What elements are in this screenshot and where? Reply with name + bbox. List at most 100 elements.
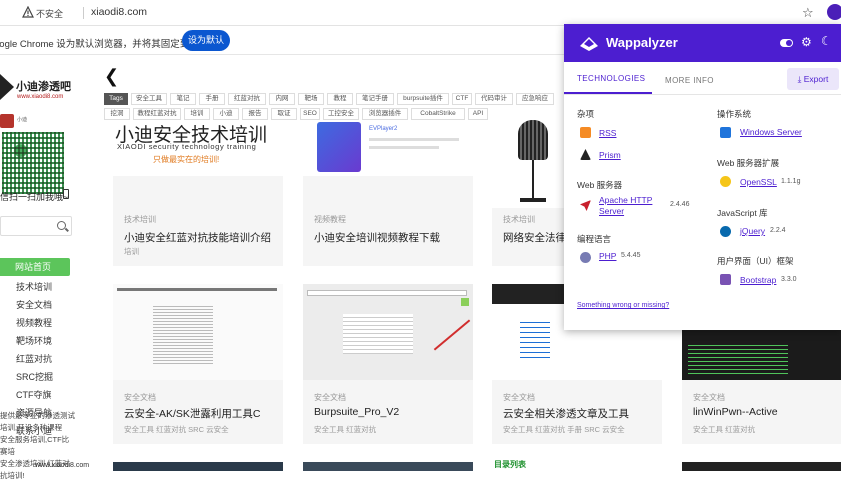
nav-item-ctf[interactable]: CTF夺旗 (16, 388, 52, 401)
set-default-button[interactable]: 设为默认 (182, 30, 230, 51)
address-bar: 不安全 xiaodi8.com ☆ (0, 0, 841, 26)
card-title[interactable]: linWinPwn--Active (693, 406, 778, 418)
tag-item[interactable]: 工控安全 (323, 108, 359, 120)
card-thumbnail: 小迪安全技术培训 XIAODI security technology trai… (113, 120, 283, 176)
wappalyzer-brand: Wappalyzer (606, 35, 678, 50)
card-thumbnail-partial (303, 462, 473, 471)
nav-item-docs[interactable]: 安全文档 (16, 298, 52, 311)
wappalyzer-logo-icon (580, 37, 598, 51)
report-wrong-link[interactable]: Something wrong or missing? (577, 302, 669, 309)
tag-item[interactable]: 取证 (271, 108, 297, 120)
bottom-label: 目录列表 (494, 460, 526, 469)
nav-item-training[interactable]: 技术培训 (16, 280, 52, 293)
tag-item[interactable]: CobaltStrike (411, 108, 465, 120)
tech-link[interactable]: Prism (599, 150, 621, 160)
tag-item[interactable]: 代码审计 (475, 93, 513, 105)
card-category: 安全文档 (503, 393, 535, 402)
tech-link[interactable]: OpenSSL (740, 177, 777, 187)
tag-item[interactable]: 教程红蓝对抗 (133, 108, 181, 120)
article-card[interactable]: 安全文档 云安全-AK/SK泄露利用工具C 安全工具 红蓝对抗 SRC 云安全 (113, 284, 283, 444)
warning-icon[interactable] (22, 6, 34, 18)
lamp-base (520, 198, 546, 202)
tab-more-info[interactable]: MORE INFO (665, 76, 714, 85)
back-arrow-icon[interactable]: ❮ (104, 66, 119, 87)
tag-item[interactable]: 靶场 (298, 93, 324, 105)
tag-item[interactable]: CTF (452, 93, 472, 105)
tag-item[interactable]: 浏览器插件 (362, 108, 408, 120)
article-card[interactable]: 技术培训 网络安全法律法 (492, 120, 577, 266)
tag-item[interactable]: 红蓝对抗 (228, 93, 266, 105)
card-thumbnail: EVPlayer2 (303, 120, 473, 176)
tab-technologies[interactable]: TECHNOLOGIES (577, 74, 645, 83)
insecure-label[interactable]: 不安全 (36, 7, 63, 20)
bookmark-star-icon[interactable]: ☆ (802, 5, 814, 21)
intro-line: 提供最专业的渗透测试 (0, 411, 75, 420)
article-card[interactable]: EVPlayer2 视频教程 小迪安全培训视频教程下载 (303, 120, 473, 266)
tag-item[interactable]: 培训 (184, 108, 210, 120)
export-button[interactable]: ⤓ Export (787, 68, 839, 90)
thumb-header (492, 284, 564, 304)
tag-item[interactable]: Tags (104, 93, 128, 105)
nav-item-labs[interactable]: 靶场环境 (16, 334, 52, 347)
tag-item[interactable]: burpsuite插件 (397, 93, 449, 105)
tag-item[interactable]: 笔记 (170, 93, 196, 105)
tag-item[interactable]: 笔记手册 (356, 93, 394, 105)
intro-line: 培训,开设多种课程 (0, 423, 63, 432)
wappalyzer-popup: Wappalyzer ⚙ ☾ TECHNOLOGIES MORE INFO ⤓ … (564, 24, 841, 330)
tag-item[interactable]: 教程 (327, 93, 353, 105)
nav-item-home[interactable]: 网站首页 (0, 258, 70, 276)
thumb-table (343, 314, 413, 354)
search-icon[interactable] (57, 221, 66, 230)
tech-version: 2.2.4 (770, 227, 786, 234)
url-field[interactable]: xiaodi8.com (91, 6, 147, 18)
thumb-subtitle: XIAODI security technology training (117, 142, 257, 151)
nav-item-redblue[interactable]: 红蓝对抗 (16, 352, 52, 365)
article-card[interactable]: 小迪安全技术培训 XIAODI security technology trai… (113, 120, 283, 266)
wappalyzer-extension-icon[interactable] (827, 4, 841, 20)
card-thumbnail (113, 284, 283, 380)
tech-link[interactable]: RSS (599, 128, 616, 138)
nav-item-videos[interactable]: 视频教程 (16, 316, 52, 329)
card-title[interactable]: Burpsuite_Pro_V2 (314, 406, 399, 418)
toggle-icon[interactable] (780, 39, 793, 47)
thumb-window (307, 290, 467, 296)
article-card[interactable]: 安全文档 Burpsuite_Pro_V2 安全工具 红蓝对抗 (303, 284, 473, 444)
card-category: 安全文档 (314, 393, 346, 402)
moon-icon[interactable]: ☾ (821, 34, 832, 48)
tech-link[interactable]: Apache HTTP Server (599, 195, 661, 217)
tag-item[interactable]: 手册 (199, 93, 225, 105)
tag-item[interactable]: 应急响应 (516, 93, 554, 105)
thumb-terminal (688, 344, 788, 374)
tag-item[interactable]: 内网 (269, 93, 295, 105)
tag-item[interactable]: 报告 (242, 108, 268, 120)
card-thumbnail-partial (113, 462, 283, 471)
tech-link[interactable]: Windows Server (740, 127, 802, 137)
card-title[interactable]: 云安全-AK/SK泄露利用工具C (124, 406, 261, 421)
site-logo-text[interactable]: 小迪渗透吧 (16, 78, 71, 94)
tag-item[interactable]: 挖洞 (104, 108, 130, 120)
footer-url: www.xiaodi8.com (35, 462, 90, 469)
card-title[interactable]: 小迪安全培训视频教程下载 (314, 230, 440, 245)
phone-icon (63, 189, 69, 199)
tag-item[interactable]: API (468, 108, 488, 120)
card-tags: 安全工具 红蓝对抗 (693, 425, 756, 434)
nav-item-src[interactable]: SRC挖掘 (16, 370, 53, 383)
thumb-button (461, 298, 469, 306)
gear-icon[interactable]: ⚙ (801, 35, 812, 49)
site-logo-url: www.xiaodi8.com (17, 94, 64, 100)
tech-link[interactable]: jQuery (740, 226, 765, 236)
card-title[interactable]: 云安全相关渗透文章及工具 (503, 406, 629, 421)
thumb-slogan: 只做最实在的培训! (153, 155, 220, 164)
tech-version: 2.4.46 (670, 201, 690, 208)
card-category: 技术培训 (503, 215, 535, 224)
tech-link[interactable]: Bootstrap (740, 275, 776, 285)
card-thumbnail-partial (682, 462, 841, 471)
card-tags: 培训 (124, 247, 139, 256)
tag-item[interactable]: SEO (300, 108, 320, 120)
tech-link[interactable]: PHP (599, 251, 616, 261)
tag-item[interactable]: 安全工具 (131, 93, 167, 105)
tag-item[interactable]: 小迪 (213, 108, 239, 120)
category-heading: JavaScript 库 (717, 208, 768, 218)
card-title[interactable]: 小迪安全红蓝对抗技能培训介绍 (124, 230, 271, 245)
jquery-icon (720, 226, 731, 237)
